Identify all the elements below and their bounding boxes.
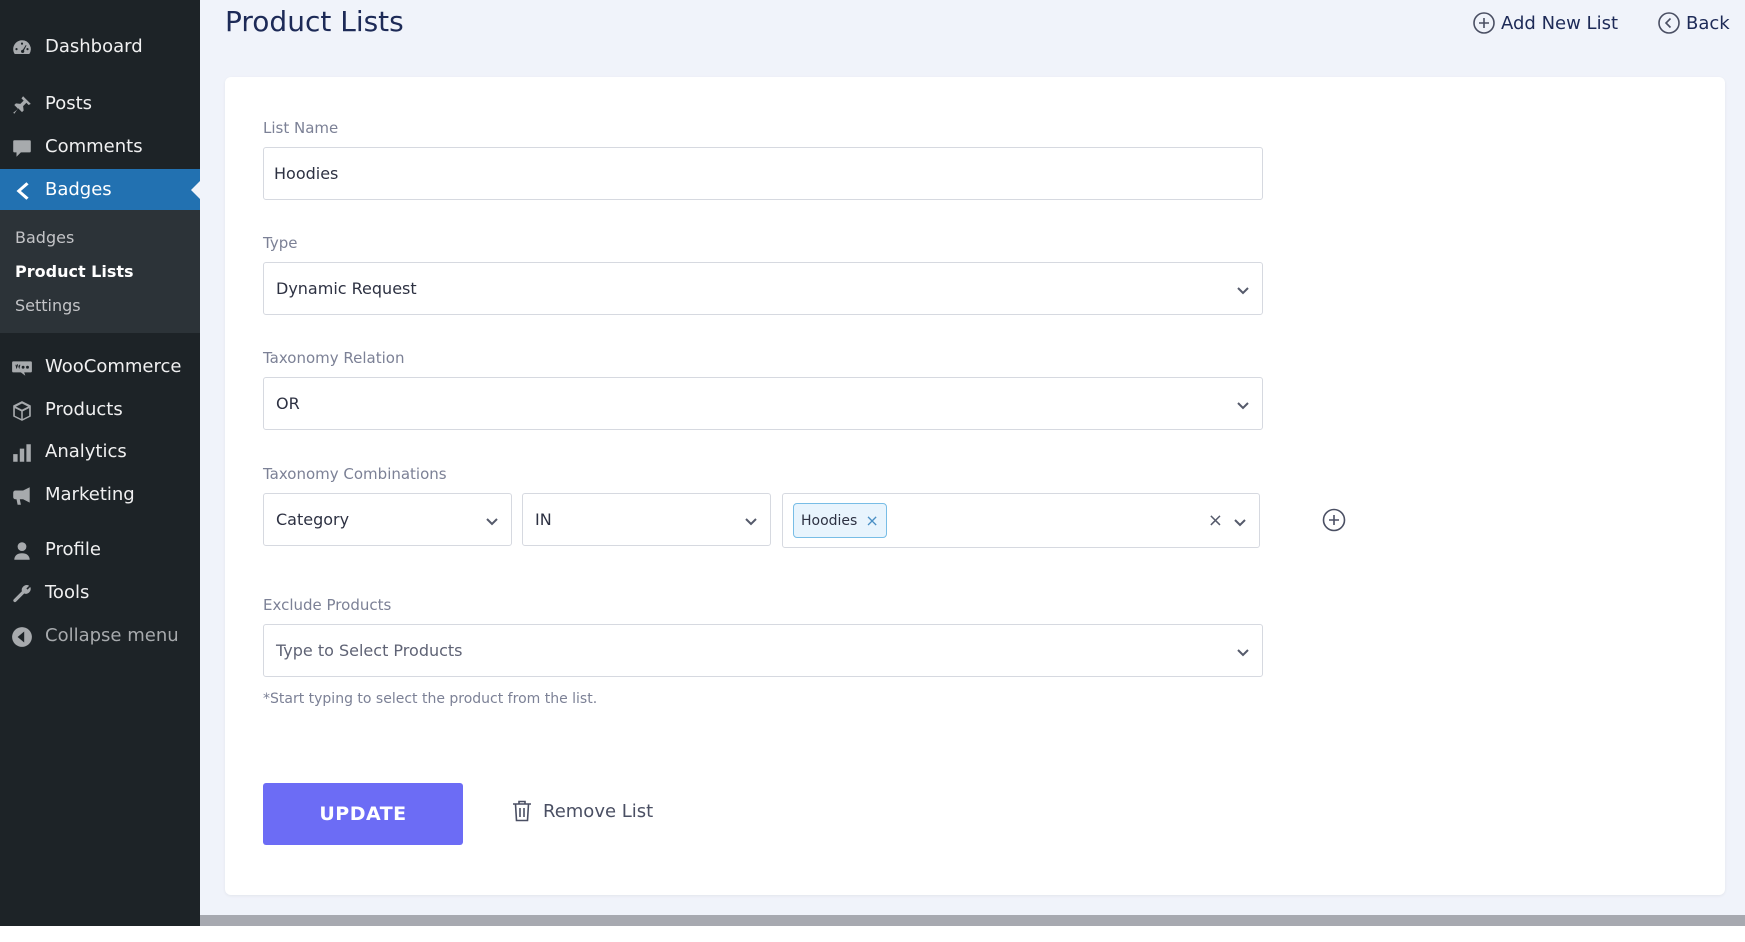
plus-circle-icon xyxy=(1322,508,1346,532)
add-new-list-link[interactable]: Add New List xyxy=(1472,11,1618,35)
type-label: Type xyxy=(263,234,298,252)
plus-circle-icon xyxy=(1473,12,1495,34)
clear-icon[interactable]: × xyxy=(1208,510,1223,531)
exclude-products-label: Exclude Products xyxy=(263,596,392,614)
sidebar-item-label: Products xyxy=(45,399,123,420)
taxonomy-relation-value: OR xyxy=(276,394,300,413)
type-select[interactable]: Dynamic Request xyxy=(263,262,1263,315)
taxonomy-select[interactable]: Category xyxy=(263,493,512,546)
back-link[interactable]: Back xyxy=(1657,11,1730,35)
back-label: Back xyxy=(1686,12,1730,34)
sidebar-item-label: Analytics xyxy=(45,441,127,462)
dashboard-icon xyxy=(11,37,33,59)
sidebar-item-analytics[interactable]: Analytics xyxy=(0,431,200,473)
sidebar-item-label: Profile xyxy=(45,539,101,560)
page-title: Product Lists xyxy=(225,5,404,38)
megaphone-icon xyxy=(11,485,33,507)
type-value: Dynamic Request xyxy=(276,279,417,298)
submenu-item-product-lists[interactable]: Product Lists xyxy=(15,262,134,281)
chevron-left-icon xyxy=(11,180,33,202)
user-icon xyxy=(11,540,33,562)
sidebar-item-badges[interactable]: Badges xyxy=(0,169,200,211)
remove-tag-icon[interactable]: × xyxy=(865,511,878,530)
sidebar-item-label: Collapse menu xyxy=(45,625,179,646)
sidebar-item-dashboard[interactable]: Dashboard xyxy=(0,26,200,68)
sidebar-item-tools[interactable]: Tools xyxy=(0,572,200,614)
taxonomy-value: Category xyxy=(276,510,350,529)
trash-icon xyxy=(513,800,531,822)
chevron-down-icon xyxy=(1236,397,1250,411)
sidebar-item-woocommerce[interactable]: WooCommerce xyxy=(0,346,200,388)
sidebar-item-comments[interactable]: Comments xyxy=(0,126,200,168)
submenu-item-badges[interactable]: Badges xyxy=(15,228,74,247)
chevron-down-icon xyxy=(1236,644,1250,658)
submenu-item-settings[interactable]: Settings xyxy=(15,296,81,315)
chevron-down-icon xyxy=(485,513,499,527)
term-tag-label: Hoodies xyxy=(801,512,858,529)
sidebar-item-label: WooCommerce xyxy=(45,356,182,377)
sidebar-bottom xyxy=(0,915,200,926)
add-new-list-label: Add New List xyxy=(1501,12,1619,34)
exclude-products-placeholder: Type to Select Products xyxy=(276,641,463,660)
product-list-form: List Name Hoodies Type Dynamic Request T… xyxy=(225,77,1725,895)
sidebar-item-products[interactable]: Products xyxy=(0,389,200,431)
operator-select[interactable]: IN xyxy=(522,493,771,546)
list-name-label: List Name xyxy=(263,119,339,137)
sidebar-item-label: Posts xyxy=(45,93,93,114)
bar-chart-icon xyxy=(11,442,33,464)
update-button[interactable]: UPDATE xyxy=(263,783,463,845)
main-content: Product Lists Add New List Back List Nam… xyxy=(200,0,1745,926)
list-name-input[interactable]: Hoodies xyxy=(263,147,1263,200)
terms-multiselect[interactable]: Hoodies × × xyxy=(782,493,1260,548)
chevron-down-icon xyxy=(1236,282,1250,296)
sidebar-item-label: Comments xyxy=(45,136,143,157)
taxonomy-combinations-label: Taxonomy Combinations xyxy=(263,465,447,483)
sidebar-item-posts[interactable]: Posts xyxy=(0,83,200,125)
remove-list-button[interactable]: Remove List xyxy=(511,799,653,823)
box-icon xyxy=(11,400,33,422)
taxonomy-relation-select[interactable]: OR xyxy=(263,377,1263,430)
exclude-products-helper: *Start typing to select the product from… xyxy=(263,691,598,707)
sidebar-item-label: Marketing xyxy=(45,484,135,505)
pin-icon xyxy=(11,94,33,116)
wrench-icon xyxy=(11,583,33,605)
chevron-down-icon xyxy=(744,513,758,527)
remove-list-label: Remove List xyxy=(543,800,654,822)
horizontal-scrollbar[interactable] xyxy=(200,915,1745,926)
add-combination-button[interactable] xyxy=(1321,507,1347,533)
collapse-menu-button[interactable]: Collapse menu xyxy=(0,615,200,657)
term-tag: Hoodies × xyxy=(793,503,887,538)
comment-icon xyxy=(11,137,33,159)
woo-icon xyxy=(11,357,33,379)
sidebar-item-marketing[interactable]: Marketing xyxy=(0,474,200,516)
sidebar-item-label: Dashboard xyxy=(45,36,143,57)
back-circle-icon xyxy=(1658,12,1680,34)
exclude-products-select[interactable]: Type to Select Products xyxy=(263,624,1263,677)
app-root: Dashboard Posts Comments Badges Badges P… xyxy=(0,0,1745,942)
collapse-icon xyxy=(11,626,33,648)
badges-submenu: Badges Product Lists Settings xyxy=(0,210,200,333)
list-name-value: Hoodies xyxy=(274,164,339,183)
taxonomy-relation-label: Taxonomy Relation xyxy=(263,349,405,367)
sidebar-item-label: Badges xyxy=(45,179,112,200)
sidebar-item-label: Tools xyxy=(45,582,90,603)
chevron-down-icon xyxy=(1233,514,1247,528)
sidebar-item-profile[interactable]: Profile xyxy=(0,529,200,571)
operator-value: IN xyxy=(535,510,552,529)
admin-sidebar: Dashboard Posts Comments Badges Badges P… xyxy=(0,0,200,926)
